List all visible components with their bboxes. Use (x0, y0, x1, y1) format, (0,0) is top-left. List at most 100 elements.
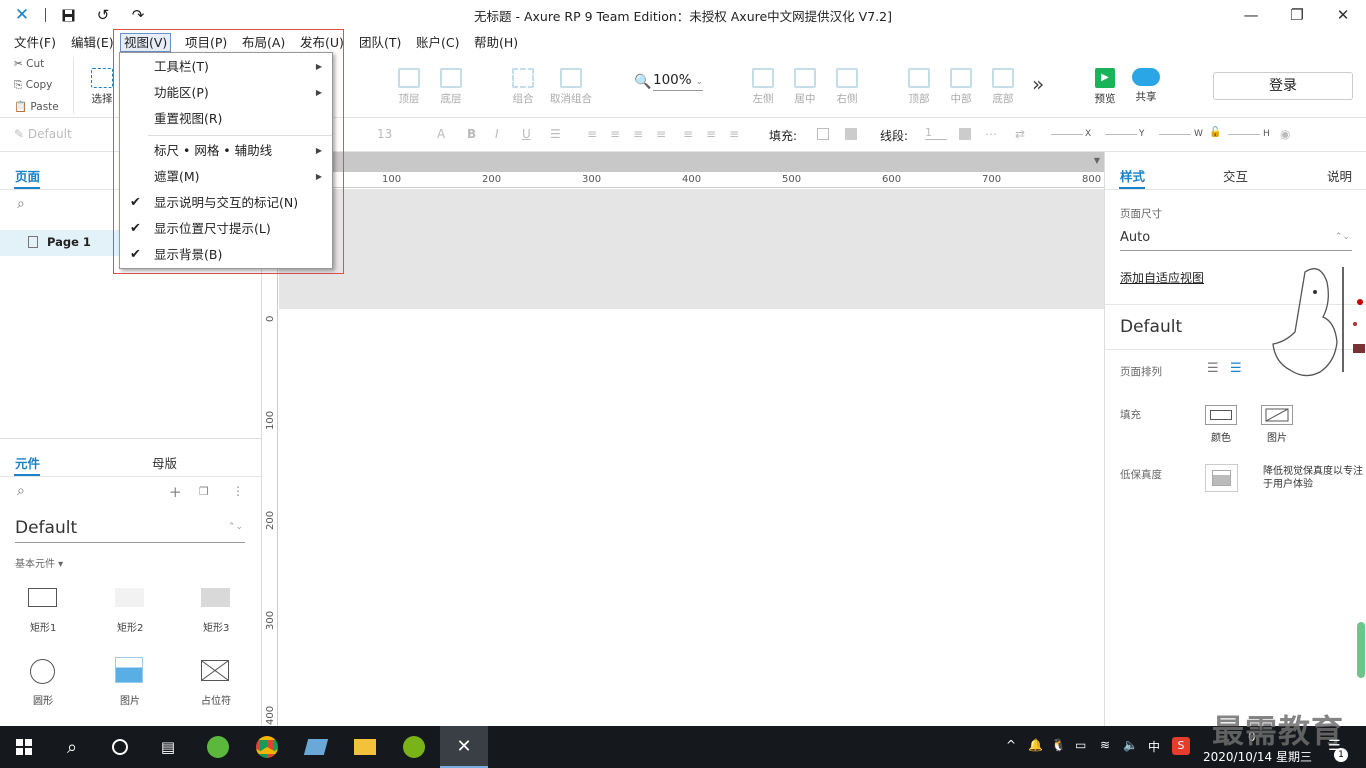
y-input[interactable] (1105, 134, 1137, 135)
bold-icon[interactable]: B (467, 127, 476, 141)
search-icon[interactable]: ⌕ (17, 196, 25, 212)
menu-item-masks[interactable]: 遮罩(M) ▶ (120, 164, 332, 190)
send-bottom-button[interactable]: 底层 (429, 68, 473, 106)
text-align-center-icon[interactable]: ≡ (610, 127, 620, 141)
design-canvas[interactable] (279, 309, 1104, 726)
circle-widget[interactable] (30, 659, 55, 684)
task-view-icon[interactable]: ▤ (144, 726, 192, 768)
align-top-button[interactable]: 顶部 (897, 68, 941, 106)
arrow-style-icon[interactable]: ⇄ (1015, 127, 1025, 141)
w-input[interactable] (1159, 134, 1191, 135)
align-middle-button[interactable]: 中部 (939, 68, 983, 106)
fill-color-swatch[interactable] (817, 128, 829, 140)
horizontal-ruler[interactable]: 100 200 300 400 500 600 700 800 (278, 172, 1104, 188)
underline-icon[interactable]: U (522, 127, 531, 141)
select-tool-button[interactable]: 选择 (80, 68, 124, 106)
italic-icon[interactable]: I (495, 127, 499, 141)
menu-project[interactable]: 项目(P) (182, 33, 230, 52)
text-align-left-icon[interactable]: ≡ (587, 127, 597, 141)
menu-item-show-notes-markers[interactable]: ✔ 显示说明与交互的标记(N) (120, 190, 332, 216)
menu-item-panes[interactable]: 功能区(P) ▶ (120, 80, 332, 106)
qq-icon[interactable]: 🐧 (1051, 738, 1066, 752)
fill-image-button[interactable] (1261, 405, 1293, 425)
search-icon[interactable]: ⌕ (48, 726, 96, 768)
font-size-select[interactable]: 13 (377, 127, 392, 141)
menu-item-toolbars[interactable]: 工具栏(T) ▶ (120, 54, 332, 80)
app-green-icon[interactable] (194, 726, 242, 768)
sogou-ime-icon[interactable]: S (1172, 737, 1190, 755)
stroke-color-swatch[interactable] (959, 128, 971, 140)
cortana-icon[interactable] (96, 726, 144, 768)
axure-taskbar-icon[interactable]: ✕ (440, 726, 488, 768)
font-color-icon[interactable]: A (437, 127, 445, 141)
rectangle3-widget[interactable] (201, 588, 230, 607)
menu-publish[interactable]: 发布(U) (297, 33, 347, 52)
library-select[interactable]: Default ⌃⌄ (15, 518, 245, 543)
valign-middle-icon[interactable]: ≡ (706, 127, 716, 141)
group-button[interactable]: 组合 (501, 68, 545, 106)
list-icon[interactable]: ☰ (550, 127, 561, 141)
rectangle2-widget[interactable] (115, 588, 144, 607)
valign-top-icon[interactable]: ≡ (683, 127, 693, 141)
page-align-left-icon[interactable]: ☰ (1207, 361, 1219, 376)
menu-item-reset-view[interactable]: 重置视图(R) (120, 106, 332, 132)
share-button[interactable]: 共享 (1124, 68, 1168, 104)
library-icon[interactable]: ❐ (199, 485, 209, 498)
tab-widgets[interactable]: 元件 (15, 453, 40, 472)
add-icon[interactable]: + (169, 483, 182, 501)
rectangle1-widget[interactable] (28, 588, 57, 607)
menu-item-show-size-hints[interactable]: ✔ 显示位置尺寸提示(L) (120, 216, 332, 242)
search-icon[interactable]: ⌕ (17, 483, 25, 499)
ungroup-button[interactable]: 取消组合 (549, 68, 593, 106)
volume-icon[interactable]: 🔈 (1123, 738, 1138, 752)
chevron-up-icon[interactable]: ^ (1006, 738, 1016, 752)
page-size-select[interactable]: Auto ⌃⌄ (1120, 230, 1352, 251)
stroke-width-input[interactable]: 1 (925, 126, 947, 140)
zoom-select[interactable]: 100% ⌄ (653, 72, 703, 91)
notepad-icon[interactable] (292, 726, 340, 768)
menu-item-show-background[interactable]: ✔ 显示背景(B) (120, 242, 332, 268)
preview-button[interactable]: ▶ 预览 (1083, 68, 1127, 106)
x-input[interactable] (1051, 134, 1083, 135)
align-right-button[interactable]: 右侧 (825, 68, 869, 106)
text-justify-icon[interactable]: ≡ (656, 127, 666, 141)
menu-account[interactable]: 账户(C) (413, 33, 462, 52)
style-select[interactable]: ✎ Default (14, 127, 72, 141)
tab-pages[interactable]: 页面 (15, 166, 40, 185)
category-label[interactable]: 基本元件 ▾ (15, 555, 63, 570)
h-input[interactable] (1228, 134, 1260, 135)
wifi-icon[interactable]: ≋ (1100, 738, 1110, 752)
more-tools-icon[interactable]: » (1032, 72, 1044, 96)
image-widget[interactable] (115, 657, 143, 683)
menu-item-rulers-grid-guides[interactable]: 标尺 • 网格 • 辅助线 ▶ (120, 138, 332, 164)
visibility-icon[interactable]: ◉ (1280, 127, 1290, 141)
valign-bottom-icon[interactable]: ≡ (729, 127, 739, 141)
bring-top-button[interactable]: 顶层 (387, 68, 431, 106)
chevron-down-icon[interactable]: ▼ (1094, 156, 1100, 165)
fill-color-button[interactable] (1205, 405, 1237, 425)
stroke-style-icon[interactable]: ⋯ (985, 127, 997, 141)
close-button[interactable]: ✕ (1320, 0, 1366, 30)
tab-interaction[interactable]: 交互 (1223, 166, 1248, 185)
placeholder-widget[interactable] (201, 660, 229, 681)
copy-button[interactable]: ⎘ Copy (14, 79, 52, 92)
ime-indicator[interactable]: 中 (1148, 738, 1160, 755)
low-fidelity-toggle[interactable] (1205, 464, 1238, 492)
menu-help[interactable]: 帮助(H) (471, 33, 521, 52)
tab-masters[interactable]: 母版 (152, 453, 177, 472)
align-bottom-button[interactable]: 底部 (981, 68, 1025, 106)
menu-view[interactable]: 视图(V) (120, 33, 172, 52)
login-button[interactable]: 登录 (1213, 72, 1353, 100)
app-bamboo-icon[interactable] (390, 726, 438, 768)
fill-shadow-swatch[interactable] (845, 128, 857, 140)
page-style-name[interactable]: Default (1120, 317, 1182, 337)
bell-icon[interactable]: 🔔 (1028, 738, 1043, 752)
paste-button[interactable]: 📋 Paste (14, 100, 59, 113)
align-center-button[interactable]: 居中 (783, 68, 827, 106)
menu-arrange[interactable]: 布局(A) (239, 33, 288, 52)
menu-file[interactable]: 文件(F) (11, 33, 59, 52)
cut-button[interactable]: ✂ Cut (14, 58, 44, 70)
scrollbar-thumb[interactable] (1357, 622, 1365, 678)
battery-icon[interactable]: ▭ (1075, 738, 1086, 752)
lock-icon[interactable]: 🔓 (1209, 127, 1221, 138)
